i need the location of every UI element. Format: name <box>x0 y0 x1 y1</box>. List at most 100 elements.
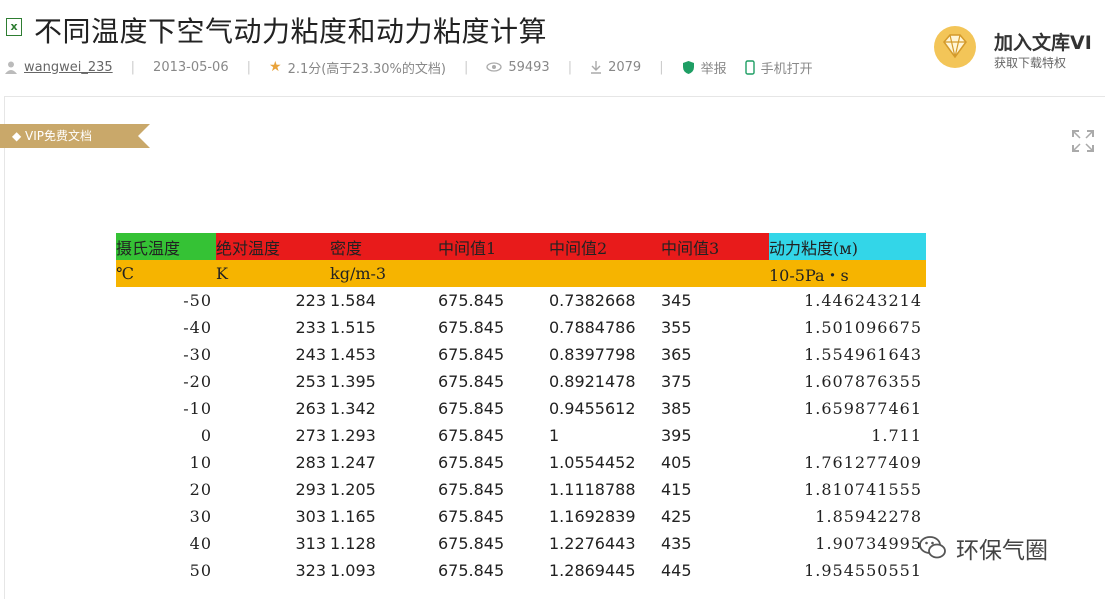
table-row: 30 303 1.165 675.845 1.1692839 425 1.85942278 <box>116 503 926 530</box>
table-cell: 675.845 <box>438 345 505 364</box>
table-cell: 313 <box>295 534 326 553</box>
table-cell: 1.2276443 <box>549 534 636 553</box>
vip-free-tag: ◆ VIP免费文档 <box>0 124 150 148</box>
table-cell: 1.446243214 <box>804 291 922 310</box>
table-cell: 1.342 <box>330 399 376 418</box>
mobile-label[interactable]: 手机打开 <box>761 58 813 77</box>
unit-cell <box>549 260 661 287</box>
divider: | <box>246 59 251 75</box>
table-cell: 675.845 <box>438 453 505 472</box>
view-count-text: 59493 <box>508 59 550 75</box>
table-cell: 675.845 <box>438 372 505 391</box>
header-cell: 中间值1 <box>438 233 549 260</box>
table-cell: 1.1692839 <box>549 507 636 526</box>
table-cell: 0.7382668 <box>549 291 636 310</box>
download-count-text: 2079 <box>608 59 642 75</box>
table-cell: 1.247 <box>330 453 376 472</box>
open-on-mobile-link[interactable]: 手机打开 <box>744 58 813 77</box>
table-row: 0 273 1.293 675.845 1 395 1.711 <box>116 422 926 449</box>
table-cell: 435 <box>661 534 692 553</box>
watermark-text: 环保气圈 <box>956 538 1048 564</box>
excel-file-icon: x <box>6 18 22 36</box>
table-cell: 395 <box>661 426 692 445</box>
table-cell: 263 <box>295 399 326 418</box>
table-cell: 675.845 <box>438 291 505 310</box>
table-cell: 365 <box>661 345 692 364</box>
table-row: -30 243 1.453 675.845 0.8397798 365 1.55496164… <box>116 341 926 368</box>
table-cell: 1.0554452 <box>549 453 636 472</box>
table-cell: 1.659877461 <box>804 399 922 418</box>
table-cell: 1.395 <box>330 372 376 391</box>
unit-cell: 10-5Pa・s <box>769 260 926 287</box>
document-header: x 不同温度下空气动力粘度和动力粘度计算 wangwei_235 | 2013-… <box>0 0 1105 96</box>
header-cell: 摄氏温度 <box>116 233 216 260</box>
table-row: -50 223 1.584 675.845 0.7382668 345 1.44624321… <box>116 287 926 314</box>
divider: | <box>659 59 664 75</box>
join-vip-button[interactable]: 加入文库VI 获取下载特权 <box>932 20 1105 76</box>
table-cell: 0 <box>200 426 212 445</box>
table-cell: 1.554961643 <box>804 345 922 364</box>
table-cell: -20 <box>183 372 212 391</box>
report-label[interactable]: 举报 <box>701 58 727 77</box>
rating: ★ 2.1分(高于23.30%的文档) <box>269 58 446 77</box>
divider: | <box>463 59 469 75</box>
table-cell: 30 <box>189 507 212 526</box>
table-cell: 1.515 <box>330 318 376 337</box>
shield-icon <box>682 60 694 74</box>
table-header-row: 摄氏温度 绝对温度 密度 中间值1 中间值2 中间值3 动力粘度(м) <box>116 233 926 260</box>
table-cell: -30 <box>183 345 212 364</box>
viscosity-table: 摄氏温度 绝对温度 密度 中间值1 中间值2 中间值3 动力粘度(м) ℃ K … <box>116 233 926 584</box>
document-title: 不同温度下空气动力粘度和动力粘度计算 <box>34 15 548 48</box>
table-row: -20 253 1.395 675.845 0.8921478 375 1.60787635… <box>116 368 926 395</box>
vip-diamond-icon <box>934 26 976 68</box>
table-cell: 323 <box>295 561 326 580</box>
table-cell: 425 <box>661 507 692 526</box>
report-link[interactable]: 举报 <box>682 58 727 77</box>
download-count: 2079 <box>590 60 641 75</box>
table-cell: 375 <box>661 372 692 391</box>
header-cell: 中间值3 <box>661 233 769 260</box>
table-cell: 293 <box>295 480 326 499</box>
wechat-icon <box>919 536 946 559</box>
table-cell: 675.845 <box>438 480 505 499</box>
upload-date: 2013-05-06 <box>153 59 229 75</box>
table-cell: 1.293 <box>330 426 376 445</box>
table-cell: 675.845 <box>438 561 505 580</box>
table-unit-row: ℃ K kg/m-3 10-5Pa・s <box>116 260 926 287</box>
user-icon <box>5 61 17 74</box>
header-cell: 密度 <box>330 233 438 260</box>
table-cell: 40 <box>189 534 212 553</box>
table-row: -10 263 1.342 675.845 0.9455612 385 1.65987746… <box>116 395 926 422</box>
view-count: 59493 <box>486 59 550 75</box>
table-cell: 405 <box>661 453 692 472</box>
table-cell: 1.1118788 <box>549 480 636 499</box>
table-cell: 50 <box>189 561 212 580</box>
table-cell: 445 <box>661 561 692 580</box>
unit-cell: K <box>216 260 330 287</box>
rating-text: 2.1分(高于23.30%的文档) <box>287 61 446 77</box>
table-cell: 1.584 <box>330 291 376 310</box>
table-cell: 233 <box>295 318 326 337</box>
star-icon: ★ <box>269 59 282 75</box>
table-cell: 1.093 <box>330 561 376 580</box>
author-name[interactable]: wangwei_235 <box>24 60 113 75</box>
table-cell: 303 <box>295 507 326 526</box>
table-cell: 345 <box>661 291 692 310</box>
table-cell: 1.810741555 <box>804 480 922 499</box>
vip-subtitle: 获取下载特权 <box>994 56 1067 70</box>
table-cell: 0.8397798 <box>549 345 636 364</box>
eye-icon <box>486 62 502 72</box>
table-cell: 1.165 <box>330 507 376 526</box>
table-cell: 10 <box>189 453 212 472</box>
table-cell: 1.90734995 <box>815 534 922 553</box>
vip-tag-icon: ◆ <box>12 129 26 143</box>
vip-title[interactable]: 加入文库VI <box>994 28 1092 55</box>
table-row: -40 233 1.515 675.845 0.7884786 355 1.50109667… <box>116 314 926 341</box>
phone-icon <box>744 59 755 75</box>
author[interactable]: wangwei_235 <box>4 60 113 75</box>
divider: | <box>130 59 136 75</box>
table-cell: 253 <box>295 372 326 391</box>
fullscreen-icon[interactable] <box>1072 130 1094 152</box>
table-cell: 675.845 <box>438 426 505 445</box>
vip-tag-label: VIP免费文档 <box>25 129 93 143</box>
